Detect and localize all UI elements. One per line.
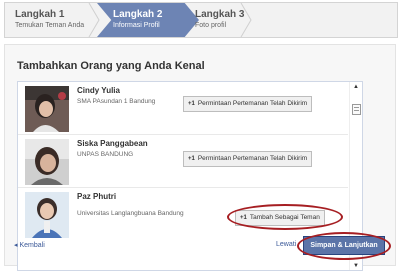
skip-link[interactable]: Lewati	[276, 241, 296, 248]
scrollbar-thumb[interactable]	[352, 104, 361, 115]
save-continue-button[interactable]: Simpan & Lanjutkan	[303, 236, 385, 255]
add-friend-icon: +1	[240, 215, 247, 221]
step-1-subtitle: Temukan Teman Anda	[15, 22, 85, 29]
step-1[interactable]: Langkah 1 Temukan Teman Anda	[15, 3, 84, 37]
list-item: Siska Panggabean UNPAS BANDUNG +1 Permin…	[18, 135, 348, 188]
profile-photo[interactable]	[25, 86, 69, 132]
step-divider-icon	[240, 3, 252, 37]
profile-photo[interactable]	[25, 139, 69, 185]
button-label: Tambah Sebagai Teman	[249, 214, 320, 221]
add-friend-button[interactable]: +1 Tambah Sebagai Teman	[235, 210, 325, 226]
add-friend-icon: +1	[188, 156, 195, 162]
button-label: Permintaan Pertemanan Telah Dikirim	[197, 155, 308, 162]
step-3-subtitle: Foto profil	[195, 22, 227, 29]
friend-request-sent-button[interactable]: +1 Permintaan Pertemanan Telah Dikirim	[183, 151, 313, 167]
person-school: SMA PAsundan 1 Bandung	[77, 98, 156, 105]
friend-request-sent-button[interactable]: +1 Permintaan Pertemanan Telah Dikirim	[183, 96, 313, 112]
person-name[interactable]: Cindy Yulia	[77, 86, 120, 95]
scroll-up-icon[interactable]: ▲	[353, 84, 359, 90]
step-3[interactable]: Langkah 3 Foto profil	[195, 3, 244, 37]
person-school: Universitas Langlangbuana Bandung	[77, 210, 184, 217]
back-label: Kembali	[19, 242, 45, 249]
list-item: Paz Phutri Universitas Langlangbuana Ban…	[18, 188, 348, 240]
panel-heading: Tambahkan Orang yang Anda Kenal	[17, 60, 205, 72]
step-2-title: Langkah 2	[113, 9, 163, 20]
step-3-title: Langkah 3	[195, 9, 245, 20]
add-friend-icon: +1	[188, 101, 195, 107]
back-link[interactable]: ◂ Kembali	[14, 241, 45, 249]
step-2-subtitle: Informasi Profil	[113, 22, 160, 29]
person-name[interactable]: Siska Panggabean	[77, 139, 148, 148]
list-item: Cindy Yulia SMA PAsundan 1 Bandung +1 Pe…	[18, 82, 348, 135]
step-progress-bar: Langkah 1 Temukan Teman Anda Langkah 2 I…	[4, 2, 398, 38]
chevron-left-icon: ◂	[14, 242, 18, 249]
step-divider-icon	[88, 3, 100, 37]
person-school: UNPAS BANDUNG	[77, 151, 134, 158]
step-1-title: Langkah 1	[15, 9, 65, 20]
button-label: Permintaan Pertemanan Telah Dikirim	[197, 100, 308, 107]
step-2-active[interactable]: Langkah 2 Informasi Profil	[97, 3, 199, 37]
person-name[interactable]: Paz Phutri	[77, 192, 116, 201]
scroll-down-icon[interactable]: ▼	[353, 263, 359, 269]
profile-photo[interactable]	[25, 192, 69, 238]
add-people-panel: Tambahkan Orang yang Anda Kenal Cindy Yu…	[4, 44, 396, 271]
